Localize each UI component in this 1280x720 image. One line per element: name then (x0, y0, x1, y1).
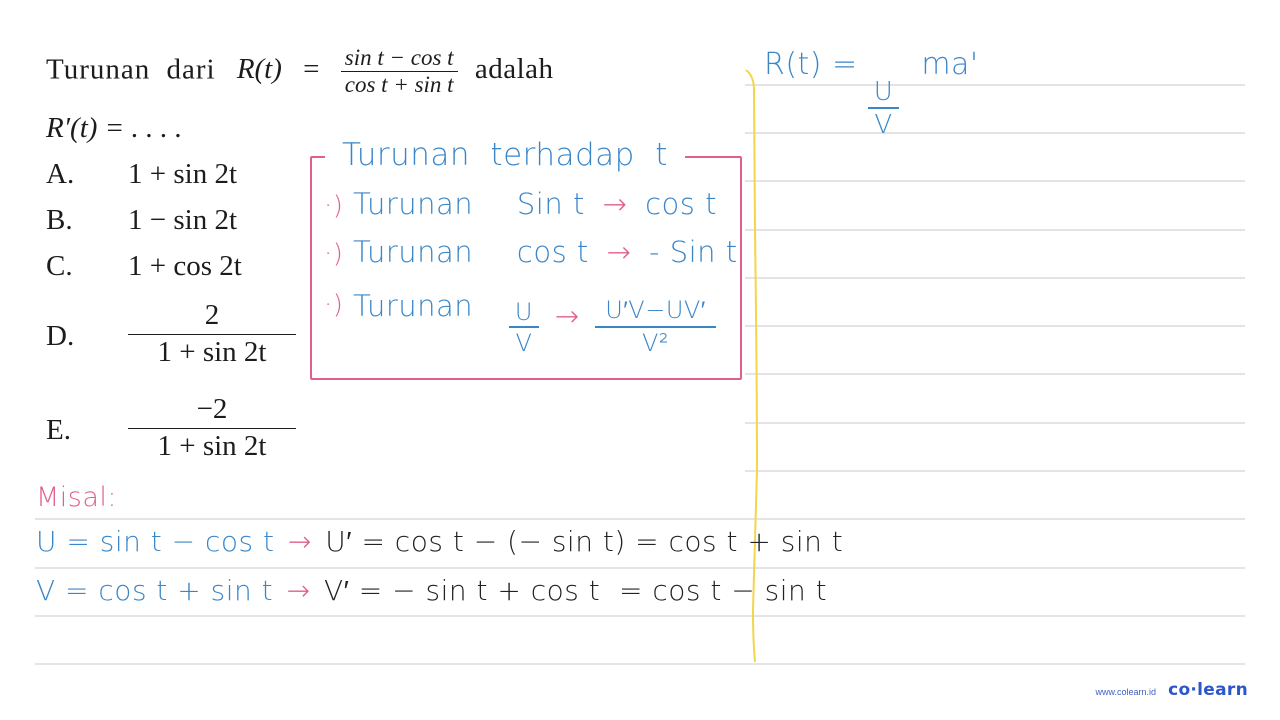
option-a[interactable]: A. 1 + sin 2t (46, 158, 306, 194)
rule-line (35, 663, 1245, 665)
option-denominator: 1 + sin 2t (157, 429, 267, 462)
rule-item: ·) Turunan U V → U′V−UV′ V² (324, 292, 716, 355)
rule-line (745, 180, 1245, 182)
side-note-numerator: U (867, 79, 900, 109)
rule-line (745, 422, 1245, 424)
side-note-fraction: U V (867, 79, 900, 140)
misal-rhs: V′ = − sin t + cos t = cos t − sin t (323, 574, 828, 607)
question-intro: Turunan dari (46, 53, 216, 86)
arrow-icon: → (602, 187, 628, 221)
function-name: R(t) (236, 53, 282, 86)
option-fraction: −2 1 + sin 2t (128, 393, 296, 463)
bullet-icon: ·) (324, 290, 344, 320)
side-note-lhs: R(t) = (764, 47, 858, 82)
arrow-icon: → (287, 525, 312, 558)
rule-to: - Sin t (649, 235, 738, 269)
rule-label: Turunan (353, 235, 474, 269)
rule-line (745, 325, 1245, 327)
rule-from: cos t (516, 235, 589, 269)
option-e[interactable]: E. −2 1 + sin 2t (46, 393, 306, 474)
arrow-icon: → (606, 235, 632, 269)
rule-line (745, 229, 1245, 231)
option-letter: D. (46, 320, 75, 352)
option-numerator: 2 (128, 299, 296, 335)
rule-item: ·) Turunan cos t → - Sin t (324, 235, 738, 269)
rule-line (35, 567, 1245, 569)
question-prompt: R′(t) = . . . . (46, 112, 183, 144)
misal-label: Misal: (36, 482, 118, 513)
rule-to-denominator: V² (641, 329, 670, 357)
rule-line (35, 518, 1245, 520)
option-text: 1 − sin 2t (128, 204, 238, 236)
misal-rhs: U′ = cos t − (− sin t) = cos t + sin t (325, 525, 844, 558)
misal-line: V = cos t + sin t → V′ = − sin t + cos t… (36, 577, 827, 605)
arrow-icon: → (286, 574, 311, 607)
equals-sign: = (303, 53, 320, 86)
rule-line (35, 615, 1245, 617)
misal-lhs: V = cos t + sin t (36, 574, 274, 607)
rule-line (745, 277, 1245, 279)
option-c[interactable]: C. 1 + cos 2t (46, 250, 306, 286)
question-line-1: Turunan dari R(t) = sin t − cos t cos t … (46, 45, 554, 98)
rule-to-numerator: U′V−UV′ (595, 298, 716, 328)
option-numerator: −2 (128, 393, 296, 429)
rule-from-denominator: V (515, 329, 533, 357)
side-note-tail: ma' (921, 47, 979, 82)
bullet-icon: ·) (324, 239, 344, 269)
rule-label: Turunan (353, 289, 474, 323)
side-note: R(t) = U V ma' (764, 47, 979, 140)
rule-label: Turunan (353, 187, 474, 221)
fraction-denominator: cos t + sin t (344, 72, 454, 98)
rule-to-fraction: U′V−UV′ V² (595, 298, 716, 355)
option-denominator: 1 + sin 2t (157, 335, 267, 368)
option-letter: B. (46, 204, 73, 236)
option-b[interactable]: B. 1 − sin 2t (46, 204, 306, 240)
watermark: www.colearn.id co·learn (1096, 680, 1248, 700)
option-d[interactable]: D. 2 1 + sin 2t (46, 299, 306, 380)
option-letter: A. (46, 158, 75, 190)
option-text: 1 + sin 2t (128, 158, 238, 190)
arrow-icon: → (554, 299, 580, 333)
question-fraction: sin t − cos t cos t + sin t (340, 45, 458, 98)
misal-line: U = sin t − cos t → U′ = cos t − (− sin … (36, 528, 843, 556)
rule-from: Sin t (516, 187, 585, 221)
question-suffix: adalah (474, 53, 554, 86)
rule-from-fraction: U V (508, 300, 539, 357)
rule-to: cos t (645, 187, 717, 221)
rule-item: ·) Turunan Sin t → cos t (324, 187, 717, 221)
watermark-url[interactable]: www.colearn.id (1096, 687, 1157, 697)
side-note-denominator: V (874, 110, 893, 140)
notebook-page: Turunan dari R(t) = sin t − cos t cos t … (0, 0, 1280, 720)
misal-lhs: U = sin t − cos t (36, 525, 275, 558)
option-letter: E. (46, 414, 71, 446)
option-text: 1 + cos 2t (128, 250, 242, 282)
colearn-logo: co·learn (1168, 680, 1248, 700)
rule-line (745, 373, 1245, 375)
option-letter: C. (46, 250, 73, 282)
rule-from-numerator: U (508, 300, 539, 328)
fraction-numerator: sin t − cos t (340, 45, 458, 73)
rules-box-title: Turunan terhadap t (342, 137, 668, 173)
rule-line (745, 470, 1245, 472)
option-fraction: 2 1 + sin 2t (128, 299, 296, 369)
bullet-icon: ·) (324, 191, 344, 221)
